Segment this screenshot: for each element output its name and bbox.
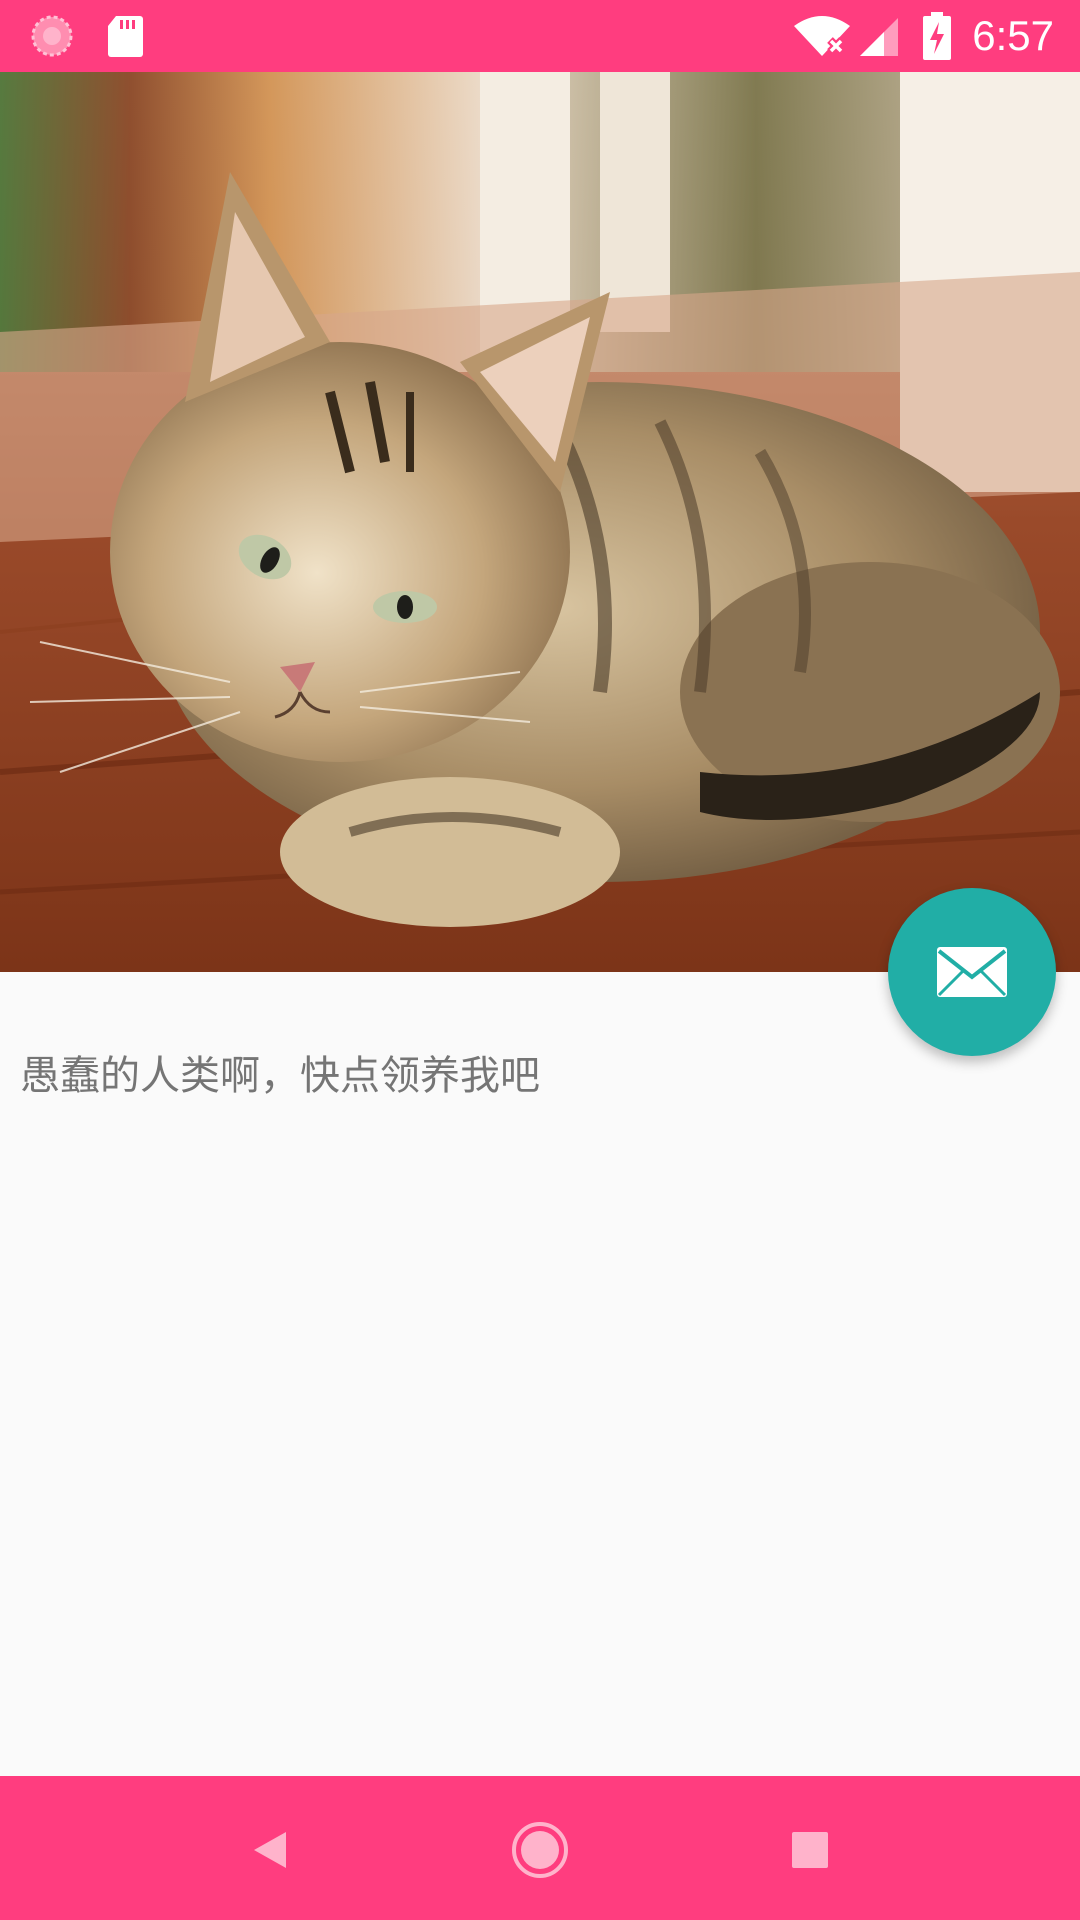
recents-icon: [792, 1832, 828, 1868]
kitten-photo: [0, 72, 1080, 972]
home-icon: [512, 1822, 568, 1878]
spinner-icon: [31, 15, 73, 57]
battery-charging-icon: [923, 12, 951, 60]
back-icon: [254, 1832, 286, 1868]
status-bar: 6:57: [0, 0, 1080, 72]
back-button[interactable]: [230, 1810, 310, 1890]
status-clock: 6:57: [972, 12, 1054, 59]
cell-signal-icon: [860, 18, 898, 56]
screen: 6:57 愚蠢的人类啊，快点领养我吧: [0, 0, 1080, 1920]
email-fab-button[interactable]: [888, 888, 1056, 1056]
navigation-bar: [0, 1776, 1080, 1920]
home-button[interactable]: [500, 1810, 580, 1890]
sd-card-icon: [108, 16, 143, 57]
recents-button[interactable]: [770, 1810, 850, 1890]
wifi-no-internet-icon: [794, 16, 850, 56]
adoption-message: 愚蠢的人类啊，快点领养我吧: [20, 1053, 540, 1099]
email-icon: [937, 947, 1007, 997]
